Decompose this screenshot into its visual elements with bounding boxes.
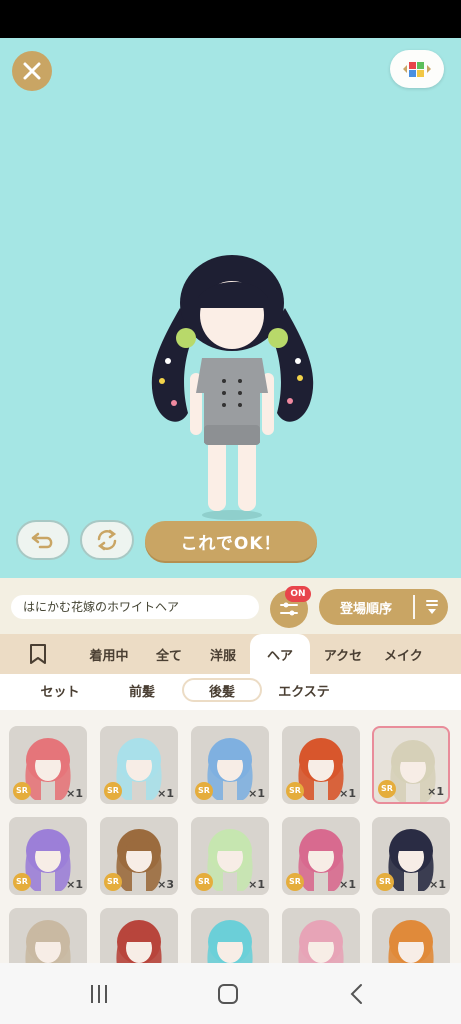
hair-item-card[interactable]: SR ×1 [100, 726, 178, 804]
owned-count: ×3 [157, 878, 174, 891]
owned-count: ×1 [66, 878, 83, 891]
close-icon [23, 62, 41, 80]
recent-apps-icon[interactable] [88, 983, 110, 1005]
rarity-badge: SR [195, 782, 213, 800]
rarity-badge: SR [286, 782, 304, 800]
hair-item-card[interactable]: SR ×1 [372, 726, 450, 804]
rarity-badge: SR [378, 780, 396, 798]
hair-item-card[interactable] [100, 908, 178, 963]
rarity-badge: SR [286, 873, 304, 891]
subtab-set[interactable]: セット [14, 678, 106, 702]
avatar-stage: これでOK！ [0, 38, 461, 578]
owned-count: ×1 [427, 785, 444, 798]
subtab-back-hair[interactable]: 後髪 [182, 678, 262, 702]
rarity-badge: SR [195, 873, 213, 891]
color-grid-icon [403, 62, 431, 77]
tab-wearing[interactable]: 着用中 [76, 634, 142, 674]
hair-preview [298, 920, 344, 963]
category-tabs: 着用中 全て 洋服 ヘア アクセ メイク [0, 634, 461, 674]
tab-clothes[interactable]: 洋服 [196, 634, 250, 674]
owned-count: ×1 [429, 878, 446, 891]
hair-preview [25, 920, 71, 963]
rotate-button[interactable] [80, 520, 134, 560]
item-grid: SR ×1 SR ×1 SR ×1 SR ×1 SR ×1 SR ×1 SR ×3 SR ×1 SR ×1 SR ×1 [0, 710, 461, 963]
owned-count: ×1 [248, 878, 265, 891]
rarity-badge: SR [13, 873, 31, 891]
avatar-character [151, 255, 314, 520]
hair-subtabs: セット 前髪 後髪 エクステ [0, 674, 461, 710]
bookmark-icon [30, 644, 46, 664]
item-toolbar: はにかむ花嫁のホワイトヘア ON 登場順序 [0, 578, 461, 634]
subtab-extensions[interactable]: エクステ [264, 678, 344, 702]
hair-item-card[interactable]: SR ×1 [9, 726, 87, 804]
filter-on-badge: ON [285, 586, 311, 602]
hair-item-card[interactable]: SR ×3 [100, 817, 178, 895]
tab-hair[interactable]: ヘア [250, 634, 310, 674]
subtab-bangs[interactable]: 前髪 [98, 678, 186, 702]
tab-accessories[interactable]: アクセ [310, 634, 376, 674]
owned-count: ×1 [339, 787, 356, 800]
layout-toggle-button[interactable] [390, 50, 444, 88]
confirm-ok-button[interactable]: これでOK！ [145, 521, 317, 561]
sort-label: 登場順序 [339, 601, 392, 617]
rarity-badge: SR [104, 873, 122, 891]
rarity-badge: SR [13, 782, 31, 800]
rotate-icon [97, 529, 117, 551]
selected-item-name: はにかむ花嫁のホワイトヘア [11, 595, 259, 619]
sort-order-button[interactable]: 登場順序 [319, 589, 448, 625]
owned-count: ×1 [66, 787, 83, 800]
back-icon[interactable] [346, 983, 368, 1005]
hair-preview [207, 920, 253, 963]
hair-preview [116, 920, 162, 963]
owned-count: ×1 [157, 787, 174, 800]
status-bar [0, 0, 461, 38]
android-nav-bar [0, 963, 461, 1024]
hair-preview [388, 920, 434, 963]
owned-count: ×1 [339, 878, 356, 891]
hair-item-card[interactable]: SR ×1 [191, 726, 269, 804]
hair-item-card[interactable] [191, 908, 269, 963]
tab-makeup[interactable]: メイク [376, 634, 426, 674]
hair-item-card[interactable]: SR ×1 [282, 726, 360, 804]
sort-divider [413, 595, 415, 619]
hair-item-card[interactable]: SR ×1 [282, 817, 360, 895]
rarity-badge: SR [376, 873, 394, 891]
undo-button[interactable] [16, 520, 70, 560]
rarity-badge: SR [104, 782, 122, 800]
owned-count: ×1 [248, 787, 265, 800]
home-icon[interactable] [217, 983, 239, 1005]
close-button[interactable] [12, 51, 52, 91]
tab-all[interactable]: 全て [142, 634, 196, 674]
sliders-icon [280, 602, 298, 616]
hair-item-card[interactable] [282, 908, 360, 963]
hair-item-card[interactable]: SR ×1 [9, 817, 87, 895]
hair-item-card[interactable]: SR ×1 [191, 817, 269, 895]
hair-item-card[interactable] [9, 908, 87, 963]
undo-icon [31, 532, 53, 549]
sort-toggle-icon[interactable] [415, 598, 448, 616]
hair-item-card[interactable]: SR ×1 [372, 817, 450, 895]
tab-bookmark[interactable] [0, 634, 76, 674]
hair-item-card[interactable] [372, 908, 450, 963]
